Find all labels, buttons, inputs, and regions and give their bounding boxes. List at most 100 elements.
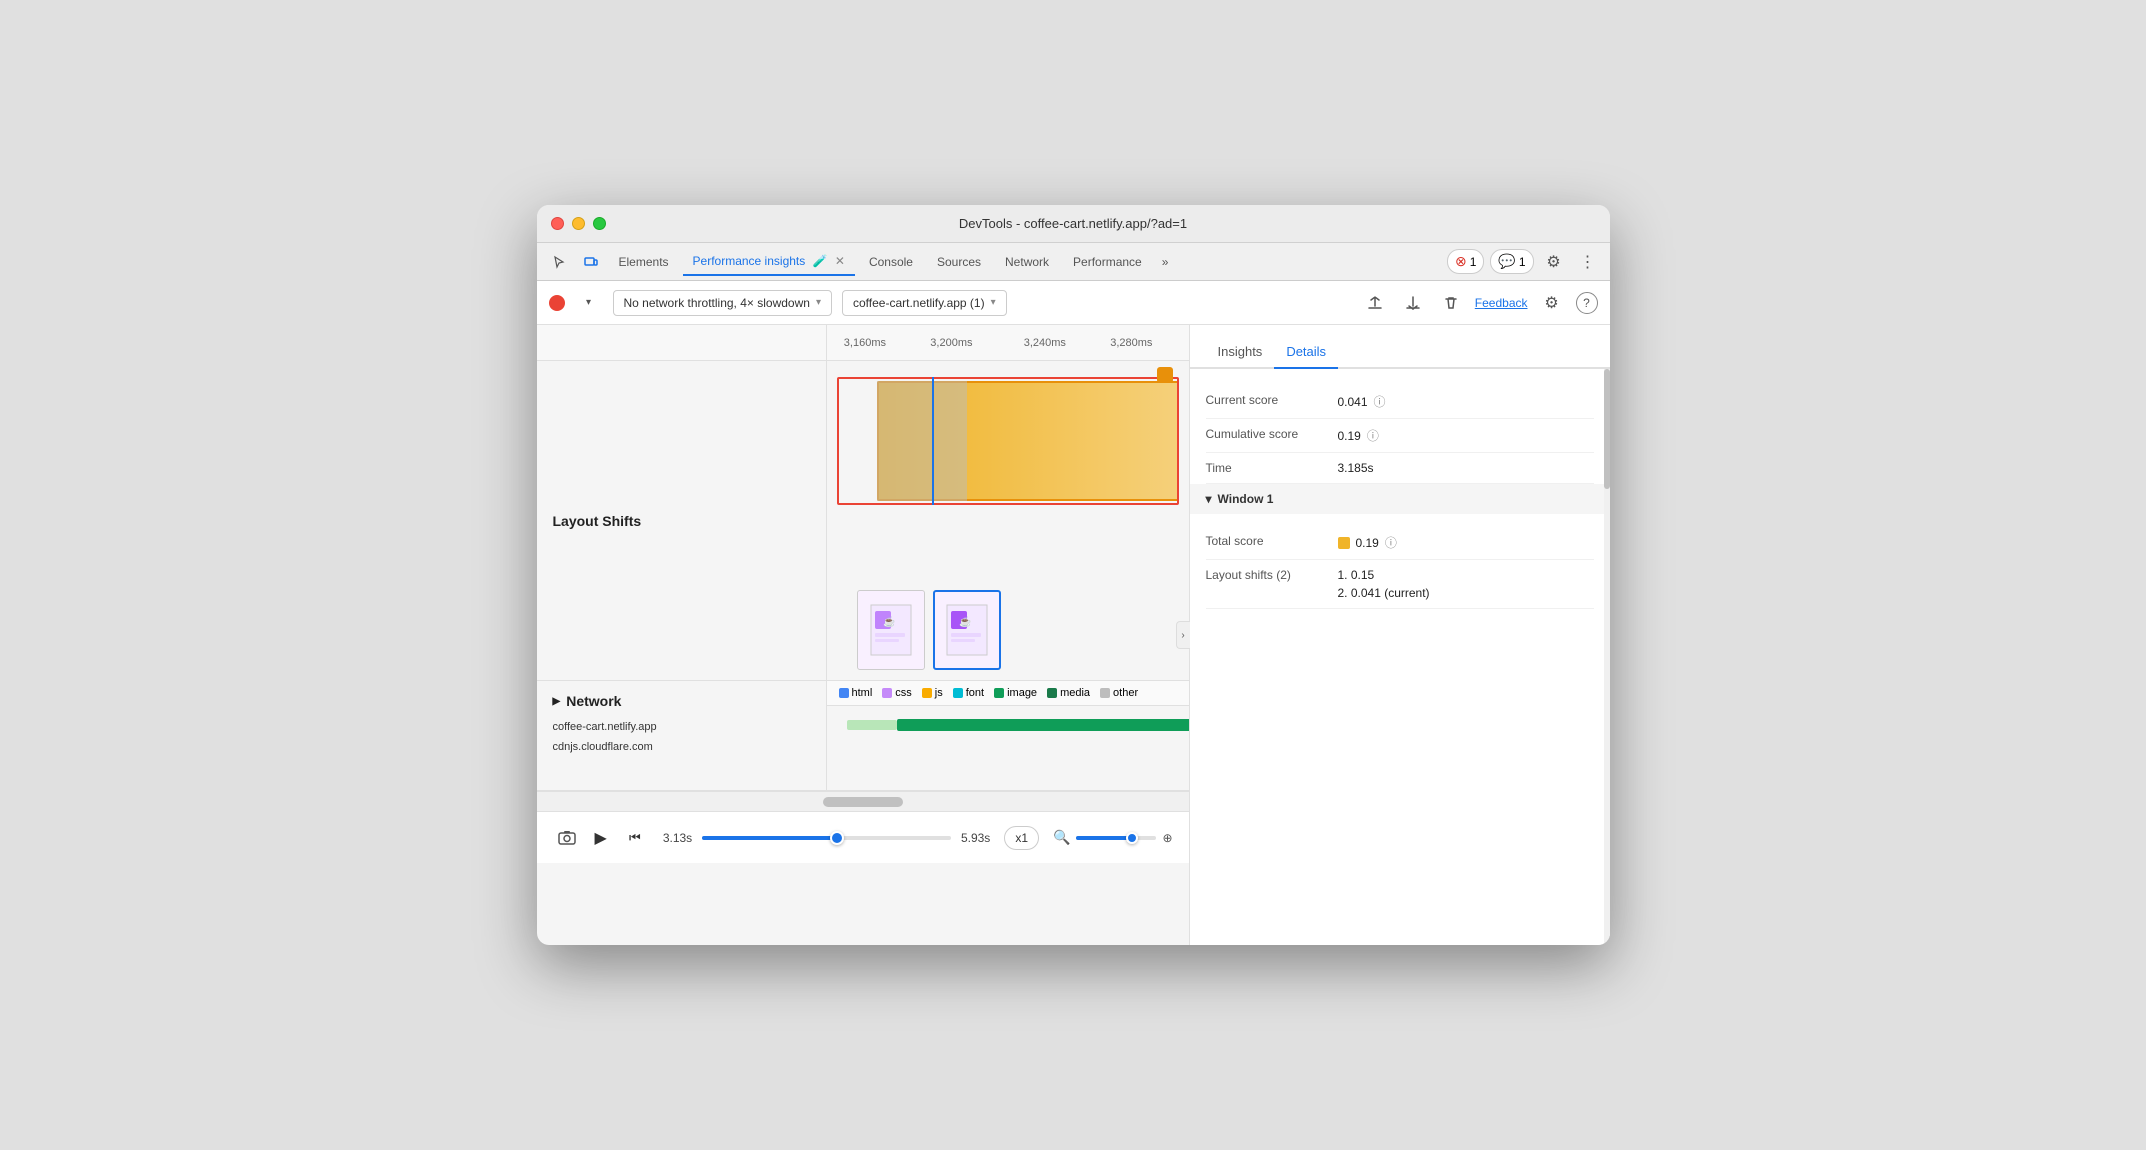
messages-badge[interactable]: 💬 1 xyxy=(1490,249,1533,274)
layout-shifts-content[interactable]: ☕ ☕ xyxy=(827,361,1189,680)
tab-performance[interactable]: Performance xyxy=(1063,249,1152,275)
network-expand-arrow[interactable]: ▶ xyxy=(553,696,561,707)
scroll-track[interactable] xyxy=(537,791,1189,811)
network-bars-wrapper: html css js font xyxy=(827,681,1190,790)
zoom-in-icon[interactable]: ⊕ xyxy=(1162,831,1172,845)
window-title: DevTools - coffee-cart.netlify.app/?ad=1 xyxy=(959,216,1187,231)
tab-performance-insights[interactable]: Performance insights 🧪 ✕ xyxy=(683,248,855,276)
thumbnail-1[interactable]: ☕ xyxy=(857,590,925,670)
legend-image: image xyxy=(994,687,1037,699)
total-score-value: 0.19 ⓘ xyxy=(1338,534,1397,551)
tab-console[interactable]: Console xyxy=(859,249,923,275)
upload-icon[interactable] xyxy=(1361,289,1389,317)
thumbnail-2[interactable]: ☕ xyxy=(933,590,1001,670)
skip-to-start-icon[interactable]: ⏮ xyxy=(621,824,649,852)
panel-scrollbar[interactable] xyxy=(1604,369,1610,945)
css-dot xyxy=(882,688,892,698)
cumulative-score-info-icon[interactable]: ⓘ xyxy=(1367,427,1379,444)
settings2-icon[interactable]: ⚙ xyxy=(1538,289,1566,317)
settings-icon[interactable]: ⚙ xyxy=(1540,248,1568,276)
time-end: 5.93s xyxy=(961,831,990,845)
right-panel: › Insights Details Current score 0.041 ⓘ xyxy=(1190,325,1610,945)
main-content: 3,160ms 3,200ms 3,240ms 3,280ms Layout S… xyxy=(537,325,1610,945)
layout-shift-red-outline xyxy=(837,377,1179,505)
time-label: Time xyxy=(1206,461,1326,475)
thumbnails-area: ☕ ☕ xyxy=(857,590,1001,670)
play-button[interactable]: ▶ xyxy=(595,828,607,848)
fullscreen-button[interactable] xyxy=(593,217,606,230)
delete-icon[interactable] xyxy=(1437,289,1465,317)
screenshot-icon[interactable] xyxy=(553,824,581,852)
zoom-slider-thumb[interactable] xyxy=(1126,832,1138,844)
tick-1: 3,160ms xyxy=(844,337,886,349)
scroll-thumb[interactable] xyxy=(823,797,903,807)
help-icon[interactable]: ? xyxy=(1576,292,1598,314)
origin-dropdown[interactable]: coffee-cart.netlify.app (1) ▾ xyxy=(842,290,1007,316)
current-score-info-icon[interactable]: ⓘ xyxy=(1374,393,1386,410)
media-label: media xyxy=(1060,687,1090,699)
js-label: js xyxy=(935,687,943,699)
zoom-slider-fill xyxy=(1076,836,1132,840)
network-label: Network xyxy=(566,693,621,709)
tick-2: 3,200ms xyxy=(930,337,972,349)
html-label: html xyxy=(852,687,873,699)
feedback-link[interactable]: Feedback xyxy=(1475,296,1528,310)
minimize-button[interactable] xyxy=(572,217,585,230)
total-score-info-icon[interactable]: ⓘ xyxy=(1385,534,1397,551)
legend-html: html xyxy=(839,687,873,699)
css-label: css xyxy=(895,687,912,699)
font-dot xyxy=(953,688,963,698)
panel-scrollbar-thumb[interactable] xyxy=(1604,369,1610,489)
title-bar: DevTools - coffee-cart.netlify.app/?ad=1 xyxy=(537,205,1610,243)
download-icon[interactable] xyxy=(1399,289,1427,317)
zoom-slider[interactable] xyxy=(1076,836,1156,840)
current-score-value: 0.041 ⓘ xyxy=(1338,393,1386,410)
origin-dropdown-arrow: ▾ xyxy=(991,297,996,308)
image-label: image xyxy=(1007,687,1037,699)
current-score-label: Current score xyxy=(1206,393,1326,407)
more-options-icon[interactable]: ⋮ xyxy=(1574,248,1602,276)
time-start: 3.13s xyxy=(663,831,692,845)
image-dot xyxy=(994,688,1004,698)
record-button[interactable] xyxy=(549,295,565,311)
other-label: other xyxy=(1113,687,1138,699)
window1-header: ▾ Window 1 xyxy=(1190,484,1610,514)
throttle-dropdown[interactable]: No network throttling, 4× slowdown ▾ xyxy=(613,290,832,316)
current-time-marker xyxy=(932,377,934,505)
bar-segment-light xyxy=(847,720,897,730)
section-collapse-icon[interactable]: ▾ xyxy=(1206,492,1212,506)
more-tabs-button[interactable]: » xyxy=(1156,251,1175,273)
tab-elements[interactable]: Elements xyxy=(609,249,679,275)
speed-button[interactable]: x1 xyxy=(1004,826,1039,850)
throttle-dropdown-arrow: ▾ xyxy=(816,297,821,308)
cumulative-score-label: Cumulative score xyxy=(1206,427,1326,441)
zoom-out-icon[interactable]: 🔍 xyxy=(1053,829,1070,846)
network-bars xyxy=(827,706,1190,790)
bar-segment-green xyxy=(897,719,1190,731)
layout-shifts-row: Layout Shifts xyxy=(537,361,1189,681)
tab-network[interactable]: Network xyxy=(995,249,1059,275)
network-bar-row-2 xyxy=(827,740,1190,754)
zoom-control: 🔍 ⊕ xyxy=(1053,829,1173,846)
slider-thumb[interactable] xyxy=(830,831,844,845)
network-domains: ▶ Network coffee-cart.netlify.app cdnjs.… xyxy=(537,681,827,790)
error-icon: ⊗ xyxy=(1455,253,1467,270)
panel-content: Current score 0.041 ⓘ Cumulative score 0… xyxy=(1190,369,1610,945)
errors-badge[interactable]: ⊗ 1 xyxy=(1447,249,1484,274)
media-dot xyxy=(1047,688,1057,698)
slider-fill xyxy=(702,836,836,840)
tab-close-icon[interactable]: ✕ xyxy=(835,254,845,268)
cursor-icon[interactable] xyxy=(545,248,573,276)
close-button[interactable] xyxy=(551,217,564,230)
dropdown-arrow-icon[interactable]: ▾ xyxy=(575,289,603,317)
tab-sources[interactable]: Sources xyxy=(927,249,991,275)
timeline-slider[interactable] xyxy=(702,836,951,840)
detail-cumulative-score: Cumulative score 0.19 ⓘ xyxy=(1206,419,1594,453)
collapse-panel-button[interactable]: › xyxy=(1176,621,1190,649)
tab-details[interactable]: Details xyxy=(1274,336,1338,369)
tab-insights[interactable]: Insights xyxy=(1206,336,1275,369)
devices-icon[interactable] xyxy=(577,248,605,276)
panel-tabs: Insights Details xyxy=(1190,325,1610,369)
layout-shifts-values: 1. 0.15 2. 0.041 (current) xyxy=(1338,568,1430,600)
legend-font: font xyxy=(953,687,984,699)
